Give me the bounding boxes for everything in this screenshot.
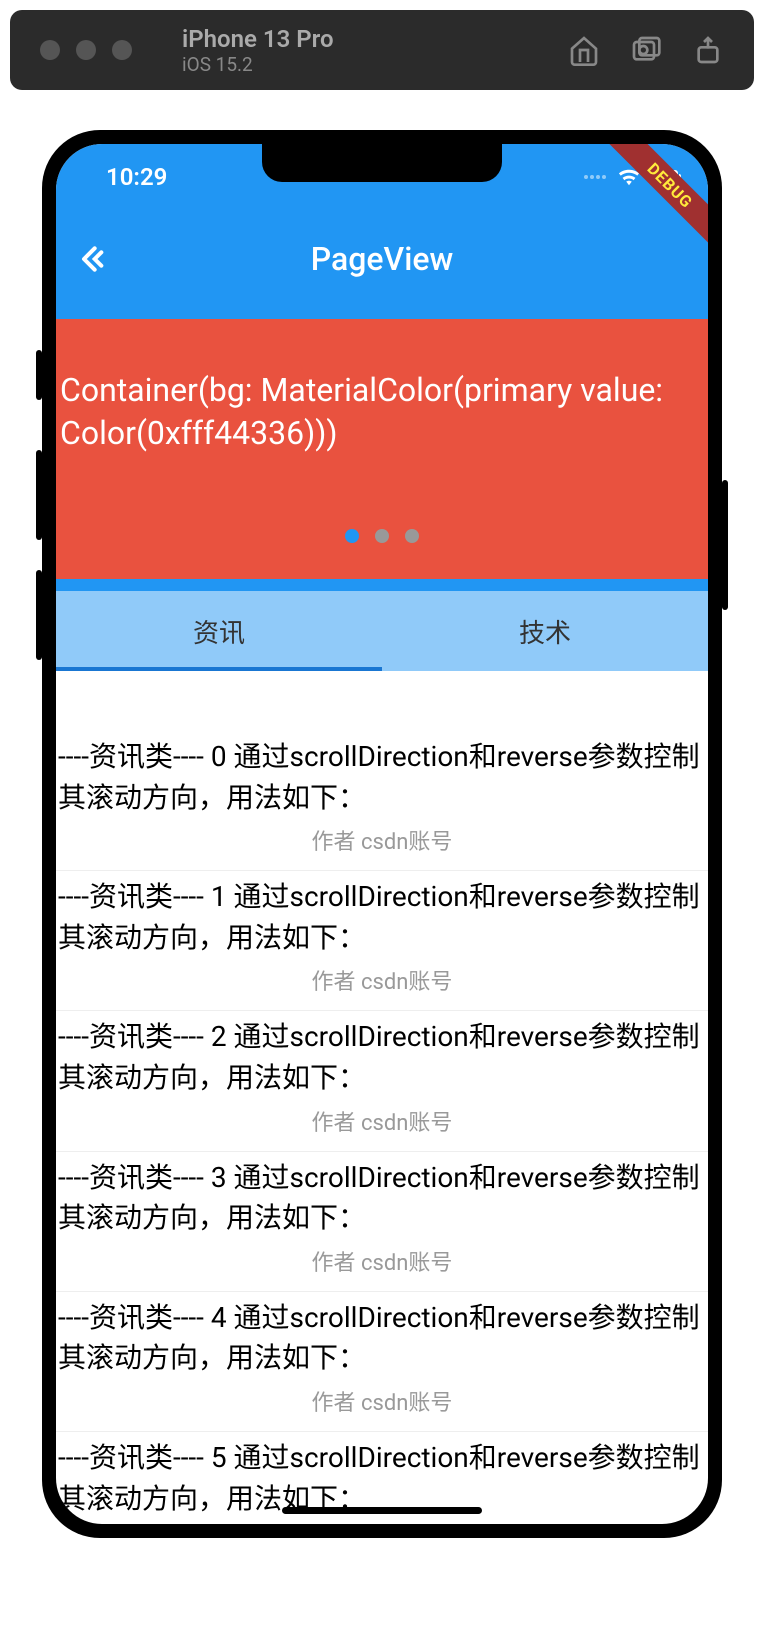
tab-news[interactable]: 资讯	[56, 591, 382, 671]
item-author: 作者 csdn账号	[56, 1245, 708, 1277]
phone-simulator: DEBUG 10:29	[42, 130, 722, 1538]
indicator-dot-2	[405, 529, 419, 543]
content-list[interactable]: ----资讯类---- 0 通过scrollDirection和reverse参…	[56, 671, 708, 1524]
toolbar-icons	[568, 34, 724, 66]
list-item[interactable]: ----资讯类---- 2 通过scrollDirection和reverse参…	[56, 1011, 708, 1151]
item-title: ----资讯类---- 0 通过scrollDirection和reverse参…	[56, 737, 708, 818]
maximize-dot[interactable]	[112, 40, 132, 60]
item-title: ----资讯类---- 3 通过scrollDirection和reverse参…	[56, 1158, 708, 1239]
list-item[interactable]: ----资讯类---- 1 通过scrollDirection和reverse参…	[56, 871, 708, 1011]
list-item[interactable]: ----资讯类---- 4 通过scrollDirection和reverse参…	[56, 1292, 708, 1432]
minimize-dot[interactable]	[76, 40, 96, 60]
window-controls	[40, 40, 132, 60]
home-indicator[interactable]	[282, 1507, 482, 1514]
tab-tech[interactable]: 技术	[382, 591, 708, 671]
item-title: ----资讯类---- 2 通过scrollDirection和reverse参…	[56, 1017, 708, 1098]
tabs-divider	[56, 579, 708, 591]
page-indicator	[345, 529, 419, 543]
app-bar: PageView	[56, 199, 708, 319]
item-author: 作者 csdn账号	[56, 1385, 708, 1417]
list-item[interactable]: ----资讯类---- 0 通过scrollDirection和reverse参…	[56, 731, 708, 871]
screenshot-icon[interactable]	[630, 34, 662, 66]
device-name: iPhone 13 Pro	[182, 25, 548, 53]
tab-label: 资讯	[193, 613, 245, 650]
phone-frame: DEBUG 10:29	[42, 130, 722, 1538]
banner-text: Container(bg: MaterialColor(primary valu…	[60, 369, 704, 455]
power-button	[722, 480, 728, 610]
status-time: 10:29	[106, 163, 167, 191]
app-title: PageView	[311, 240, 453, 278]
pageview-banner[interactable]: Container(bg: MaterialColor(primary valu…	[56, 319, 708, 579]
back-button[interactable]	[76, 239, 116, 279]
tab-label: 技术	[519, 613, 571, 650]
mute-switch	[36, 350, 42, 400]
simulator-toolbar: iPhone 13 Pro iOS 15.2	[10, 10, 754, 90]
indicator-dot-0	[345, 529, 359, 543]
item-author: 作者 csdn账号	[56, 1105, 708, 1137]
close-dot[interactable]	[40, 40, 60, 60]
item-author: 作者 csdn账号	[56, 964, 708, 996]
phone-screen: DEBUG 10:29	[56, 144, 708, 1524]
item-author: 作者 csdn账号	[56, 824, 708, 856]
notch	[262, 144, 502, 182]
volume-down	[36, 570, 42, 660]
device-os: iOS 15.2	[182, 53, 548, 76]
item-title: ----资讯类---- 1 通过scrollDirection和reverse参…	[56, 877, 708, 958]
volume-up	[36, 450, 42, 540]
share-icon[interactable]	[692, 34, 724, 66]
home-icon[interactable]	[568, 34, 600, 66]
tab-bar: 资讯 技术	[56, 591, 708, 671]
indicator-dot-1	[375, 529, 389, 543]
signal-indicator	[584, 175, 606, 179]
item-title: ----资讯类---- 4 通过scrollDirection和reverse参…	[56, 1298, 708, 1379]
list-item[interactable]: ----资讯类---- 3 通过scrollDirection和reverse参…	[56, 1152, 708, 1292]
device-info: iPhone 13 Pro iOS 15.2	[182, 25, 548, 76]
